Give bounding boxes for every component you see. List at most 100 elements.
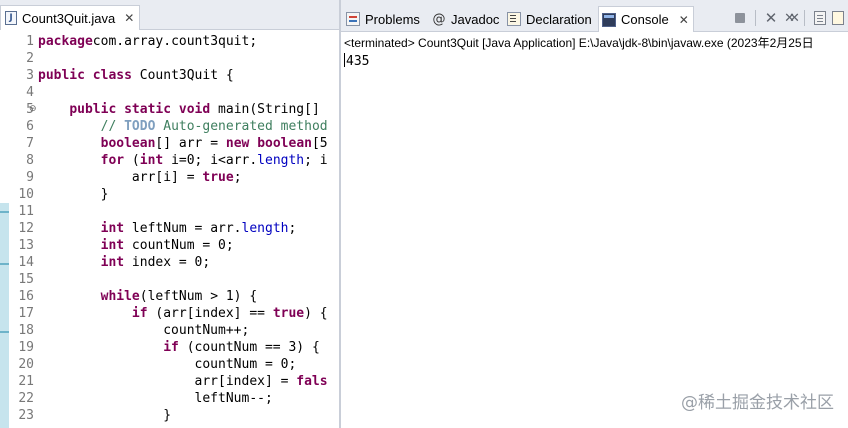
line-number: 13: [18, 238, 34, 253]
line-number: 2: [26, 51, 34, 66]
pin-console-button[interactable]: [829, 9, 847, 27]
code-line: arr[index] = fals: [38, 373, 328, 390]
code-line: countNum++;: [38, 322, 328, 339]
code-token: static: [124, 102, 172, 117]
scroll-lock-button[interactable]: [811, 9, 829, 27]
code-token: arr[i] =: [38, 170, 203, 185]
fold-toggle-icon[interactable]: ⊖: [29, 104, 37, 114]
line-number: 3: [26, 68, 34, 83]
code-area[interactable]: 1 2 3 4 5 6 7 8 9 10 11 12 13 14 15 16 17 18 19 20 21 22 23 ⊖ …: [0, 31, 339, 428]
editor-tab-count3quit[interactable]: J Count3Quit.java ✕: [0, 5, 140, 30]
editor-pane: J Count3Quit.java ✕ 1 2 3 4 5 6 7 8 9 10 11 12 13 14 1…: [0, 0, 339, 428]
code-token: public: [38, 68, 85, 83]
code-token: }: [38, 187, 109, 202]
code-token: ) {: [304, 306, 328, 321]
tab-javadoc[interactable]: @ Javadoc: [429, 6, 501, 32]
code-token: true: [202, 170, 234, 185]
line-number: 22: [18, 391, 34, 406]
line-number: 14: [18, 255, 34, 270]
code-token: ; i: [304, 153, 328, 168]
line-number: 11: [18, 204, 34, 219]
code-token: if: [163, 340, 179, 355]
code-line: leftNum--;: [38, 390, 328, 407]
code-token: leftNum = arr.: [124, 221, 242, 236]
text-caret: [344, 53, 345, 67]
terminate-button[interactable]: [731, 9, 749, 27]
line-number: 21: [18, 374, 34, 389]
code-token: length: [257, 153, 305, 168]
line-number: 4: [26, 85, 34, 100]
console-output-text: 435: [346, 54, 370, 69]
view-tab-bar: Problems @ Javadoc Declaration Console ✕…: [341, 0, 848, 32]
code-line: for (int i=0; i<arr.length; i: [38, 152, 328, 169]
scroll-lock-icon: [814, 11, 826, 25]
editor-tab-label: Count3Quit.java: [22, 10, 116, 26]
line-number: 10: [18, 187, 34, 202]
tab-declaration[interactable]: Declaration: [504, 6, 596, 32]
line-number: 15: [18, 272, 34, 287]
line-number: 17: [18, 306, 34, 321]
code-line: public static void main(String[]: [38, 101, 328, 118]
code-token: int: [100, 221, 125, 236]
code-token: ;: [288, 221, 297, 236]
line-number: 7: [26, 136, 34, 151]
code-line: }: [38, 186, 328, 203]
code-token: countNum = 0;: [124, 238, 234, 253]
toolbar-separator: [804, 10, 805, 26]
console-output[interactable]: 435: [344, 53, 369, 69]
code-token: boolean: [257, 136, 312, 151]
tab-javadoc-label: Javadoc: [451, 11, 500, 27]
code-line: countNum = 0;: [38, 356, 328, 373]
line-number: 18: [18, 323, 34, 338]
code-token: int: [100, 255, 125, 270]
line-number: 1: [26, 34, 34, 49]
code-lines[interactable]: packagecom.array.count3quit; public class…: [38, 33, 328, 424]
tab-problems[interactable]: Problems: [343, 6, 425, 32]
code-token: main(String[]: [210, 102, 320, 117]
code-token: countNum++;: [38, 323, 250, 338]
code-token: TODO: [124, 119, 156, 134]
code-token: int: [100, 238, 125, 253]
code-line: if (countNum == 3) {: [38, 339, 328, 356]
code-token: leftNum--;: [38, 391, 273, 406]
code-token: new: [225, 136, 250, 151]
remove-all-terminated-button[interactable]: ✕✕: [780, 9, 800, 27]
code-token: (countNum == 3) {: [178, 340, 320, 355]
code-token: Auto-generated method: [155, 119, 328, 134]
line-number: 12: [18, 221, 34, 236]
code-token: [5: [311, 136, 328, 151]
code-token: [] arr =: [155, 136, 226, 151]
at-icon: @: [432, 11, 446, 27]
code-token: i=0; i<arr.: [163, 153, 258, 168]
close-icon[interactable]: ✕: [679, 13, 689, 27]
line-number: 9: [26, 170, 34, 185]
tab-console[interactable]: Console ✕: [598, 6, 694, 32]
code-token: com.array.count3quit;: [92, 34, 258, 49]
code-token: if: [131, 306, 148, 321]
remove-launch-button[interactable]: ✕: [762, 9, 780, 27]
editor-tab-bar: J Count3Quit.java ✕: [0, 0, 339, 30]
code-line: public class Count3Quit {: [38, 67, 328, 84]
code-line: boolean[] arr = new boolean[5: [38, 135, 328, 152]
line-number: 16: [18, 289, 34, 304]
code-token: Count3Quit {: [131, 68, 234, 83]
line-number: 19: [18, 340, 34, 355]
code-token: //: [100, 119, 125, 134]
code-line: packagecom.array.count3quit;: [38, 33, 328, 50]
close-icon[interactable]: ✕: [124, 11, 134, 25]
declaration-icon: [507, 12, 521, 26]
line-number: 23: [18, 408, 34, 423]
toolbar-separator: [755, 10, 756, 26]
